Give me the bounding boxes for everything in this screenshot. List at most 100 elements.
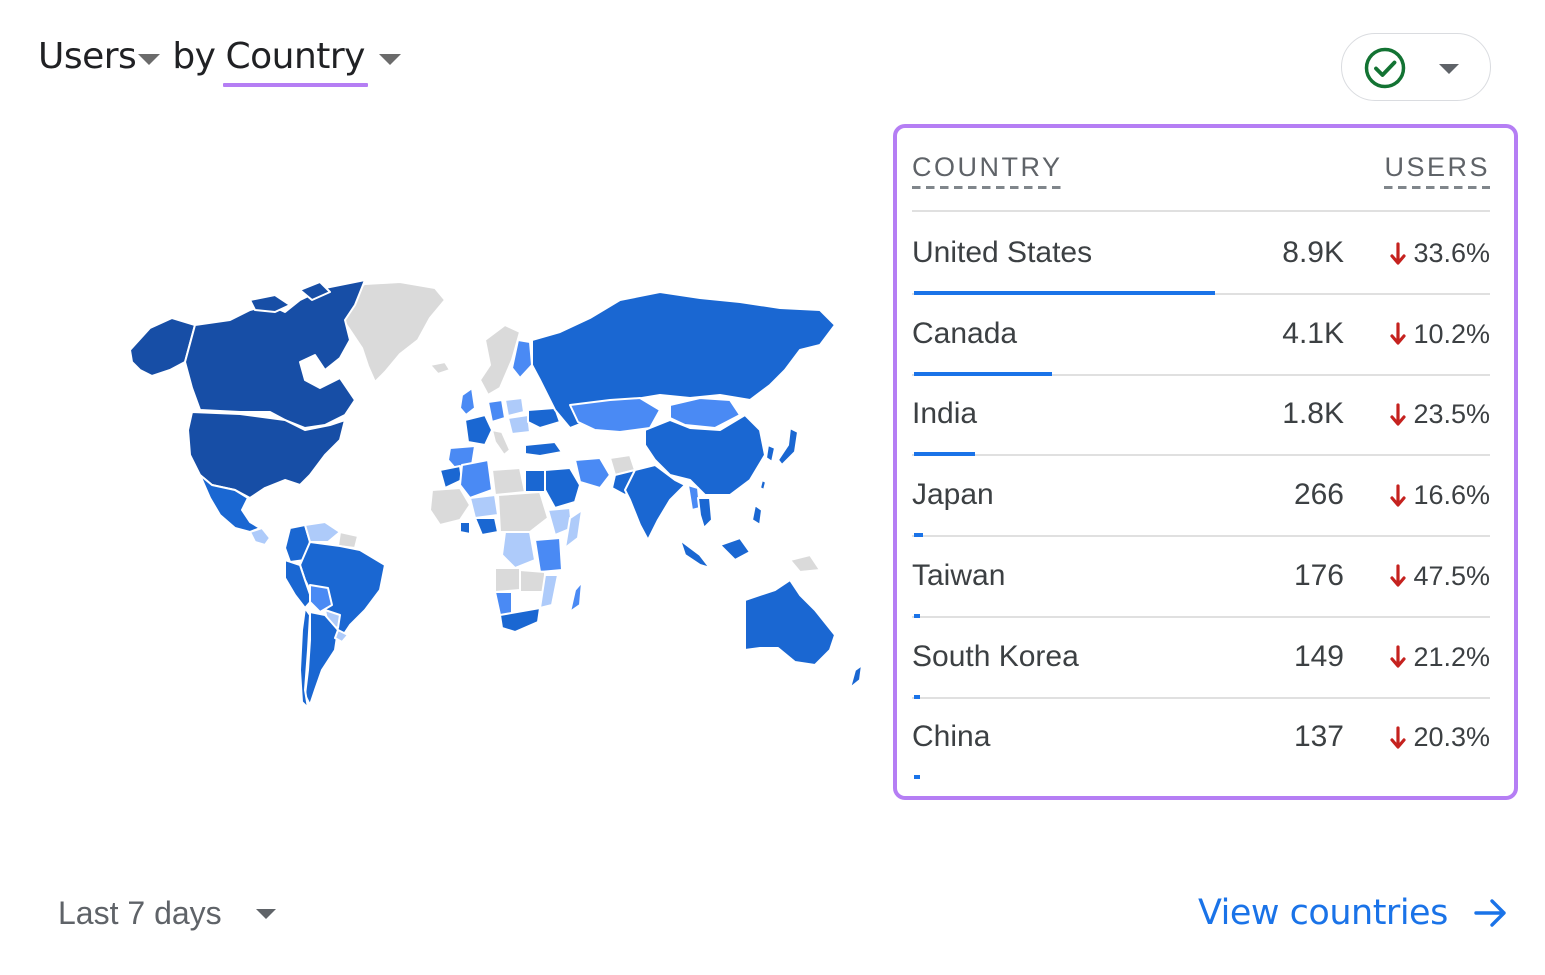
table-row[interactable]: Japan 266 16.6% <box>912 456 1490 538</box>
map-country-kenya-tanzania[interactable] <box>534 537 563 573</box>
map-country-taiwan[interactable] <box>759 479 767 491</box>
title-connector: by <box>172 36 216 77</box>
view-countries-label: View countries <box>1198 893 1448 933</box>
change-value: 33.6% <box>1389 238 1490 269</box>
map-country-eastern-europe[interactable] <box>507 414 531 435</box>
table-row[interactable]: South Korea 149 21.2% <box>912 618 1490 699</box>
map-country-kazakhstan[interactable] <box>569 397 661 433</box>
country-name: United States <box>912 236 1093 269</box>
map-country-ghana[interactable] <box>459 521 471 535</box>
chevron-down-icon <box>138 54 161 65</box>
users-value: 149 <box>1293 639 1344 673</box>
map-country-west-africa[interactable] <box>429 487 471 526</box>
arrow-down-icon <box>1390 483 1407 507</box>
dimension-label: Country <box>223 36 368 87</box>
map-country-philippines[interactable] <box>751 504 763 526</box>
metric-label: Users <box>38 36 137 77</box>
change-percent: 23.5% <box>1413 399 1490 430</box>
map-country-australia[interactable] <box>744 579 836 666</box>
change-percent: 10.2% <box>1413 318 1490 349</box>
country-table-card: COUNTRY USERS United States 8.9K 33.6% C… <box>893 124 1518 800</box>
users-value: 8.9K <box>1282 236 1344 269</box>
view-countries-link[interactable]: View countries <box>1198 893 1508 933</box>
map-country-morocco[interactable] <box>439 465 463 489</box>
users-value: 176 <box>1293 558 1344 592</box>
change-value: 20.3% <box>1389 722 1490 753</box>
map-country-namibia[interactable] <box>494 591 513 616</box>
change-percent: 47.5% <box>1413 560 1490 591</box>
table-row[interactable]: China 137 20.3% <box>912 698 1490 780</box>
chevron-down-icon <box>1439 64 1459 74</box>
table-row[interactable]: United States 8.9K 33.6% <box>912 214 1490 295</box>
users-value: 1.8K <box>1282 397 1344 431</box>
map-country-new-zealand[interactable] <box>849 664 863 689</box>
map-country-angola[interactable] <box>494 567 521 593</box>
change-percent: 33.6% <box>1413 238 1490 268</box>
arrow-down-icon <box>1390 645 1407 668</box>
map-country-algeria[interactable] <box>459 459 493 499</box>
world-map <box>129 279 863 709</box>
map-country-nigeria[interactable] <box>474 517 499 536</box>
table-row[interactable]: Canada 4.1K 10.2% <box>912 295 1490 376</box>
map-country-zambia[interactable] <box>519 569 546 593</box>
column-header-country[interactable]: COUNTRY <box>912 152 1063 189</box>
country-name: Taiwan <box>912 558 1006 592</box>
chevron-down-icon <box>378 54 401 65</box>
map-country-venezuela[interactable] <box>304 521 341 543</box>
arrow-down-icon <box>1390 403 1407 426</box>
map-country-japan[interactable] <box>777 427 799 466</box>
users-share-bar <box>914 775 920 780</box>
check-circle-icon <box>1364 47 1406 89</box>
map-country-drc[interactable] <box>501 531 536 569</box>
dimension-selector[interactable]: Country <box>223 36 401 87</box>
users-value: 266 <box>1293 478 1344 512</box>
map-country-madagascar[interactable] <box>569 581 583 613</box>
map-country-bolivia[interactable] <box>309 584 333 613</box>
insights-status-button[interactable] <box>1341 33 1491 101</box>
table-header-row: COUNTRY USERS <box>912 152 1490 212</box>
map-country-niger[interactable] <box>469 494 499 519</box>
map-country-alaska[interactable] <box>129 317 196 377</box>
metric-selector[interactable]: Users <box>38 36 161 77</box>
map-country-poland[interactable] <box>504 397 525 417</box>
column-header-users[interactable]: USERS <box>1384 152 1490 189</box>
map-country-indonesia[interactable] <box>679 537 751 569</box>
chevron-down-icon <box>255 908 276 919</box>
date-range-label: Last 7 days <box>58 895 222 931</box>
map-country-saudi-arabia[interactable] <box>544 467 581 509</box>
arrow-down-icon <box>1390 726 1407 749</box>
change-percent: 21.2% <box>1413 641 1490 672</box>
change-value: 16.6% <box>1389 480 1490 511</box>
users-value: 4.1K <box>1282 316 1344 350</box>
map-country-thailand[interactable] <box>697 497 713 529</box>
card-title: Users by Country <box>38 36 401 88</box>
map-country-egypt[interactable] <box>524 469 546 493</box>
change-percent: 20.3% <box>1413 722 1490 753</box>
map-country-germany[interactable] <box>487 399 506 423</box>
map-country-png[interactable] <box>789 554 821 573</box>
arrow-right-icon <box>1474 899 1506 927</box>
map-country-chad-sudan[interactable] <box>497 491 549 533</box>
arrow-down-icon <box>1390 564 1407 587</box>
change-value: 47.5% <box>1389 561 1490 592</box>
table-row[interactable]: Taiwan 176 47.5% <box>912 537 1490 618</box>
country-name: China <box>912 720 991 754</box>
date-range-selector[interactable]: Last 7 days <box>58 895 276 932</box>
map-country-turkey[interactable] <box>524 441 563 457</box>
arrow-down-icon <box>1390 241 1407 265</box>
users-value: 137 <box>1293 720 1344 754</box>
country-name: Japan <box>912 478 994 512</box>
arrow-down-icon <box>1390 322 1407 345</box>
change-percent: 16.6% <box>1413 480 1490 511</box>
map-country-france[interactable] <box>464 414 493 446</box>
country-name: India <box>912 397 978 431</box>
map-country-libya[interactable] <box>491 467 526 496</box>
country-name: Canada <box>912 316 1018 350</box>
map-country-south-korea[interactable] <box>765 444 776 463</box>
map-country-uk[interactable] <box>459 387 476 416</box>
table-row[interactable]: India 1.8K 23.5% <box>912 375 1490 457</box>
map-country-central-america[interactable] <box>249 527 271 546</box>
map-country-iceland[interactable] <box>429 361 451 375</box>
change-value: 10.2% <box>1389 319 1490 350</box>
map-country-italy[interactable] <box>491 429 511 456</box>
